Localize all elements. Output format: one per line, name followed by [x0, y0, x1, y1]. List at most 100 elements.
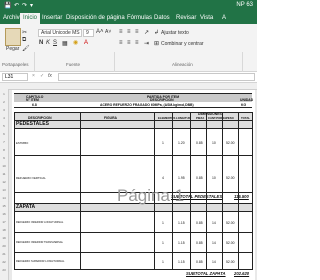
cell-cant: 14	[212, 260, 216, 264]
row-number[interactable]: 6	[0, 132, 8, 136]
formula-input[interactable]	[58, 73, 255, 81]
cell-longitud: 1.20	[178, 141, 185, 145]
shrink-font-icon[interactable]: A˅	[105, 29, 111, 35]
section-title: ZAPATA	[16, 204, 36, 210]
cell-longitud: 1.15	[178, 241, 185, 245]
align-middle-icon[interactable]: ≡	[127, 29, 131, 35]
tab-disposicion[interactable]: Disposición de página	[66, 15, 125, 21]
undo-icon[interactable]: ↶	[14, 2, 19, 9]
format-painter-icon[interactable]: 🖌	[22, 45, 30, 52]
tab-vista[interactable]: Vista	[200, 15, 213, 21]
wrap-text-icon[interactable]: ↲	[154, 29, 159, 36]
cell-longitud: 1.95	[178, 176, 185, 180]
cell-cant: 10	[212, 176, 216, 180]
align-center-icon[interactable]: ≡	[127, 40, 131, 46]
tab-inicio[interactable]: Inicio	[20, 13, 41, 24]
description-label: DESCRIPCION	[150, 98, 174, 102]
row-number[interactable]: 18	[0, 228, 8, 232]
formula-cancel-icon[interactable]: ×	[32, 73, 35, 79]
merge-icon[interactable]: ⊞	[154, 40, 159, 47]
row-number[interactable]: 23	[0, 268, 8, 272]
bold-icon[interactable]: N	[39, 40, 43, 46]
row-number[interactable]: 16	[0, 212, 8, 216]
align-bottom-icon[interactable]: ≡	[135, 29, 139, 35]
cell-cant: 14	[212, 221, 216, 225]
borders-icon[interactable]: ▦	[62, 40, 68, 47]
align-left-icon[interactable]: ≡	[119, 40, 123, 46]
cell-ref: L31	[5, 74, 14, 80]
tab-insertar[interactable]: Insertar	[42, 15, 62, 21]
page-watermark: Página 1	[117, 186, 185, 205]
paste-label[interactable]: Pegar	[6, 46, 19, 52]
row-number[interactable]: 5	[0, 124, 8, 128]
row-number[interactable]: 9	[0, 156, 8, 160]
row-number[interactable]: 10	[0, 164, 8, 168]
rule	[252, 112, 253, 270]
row-number[interactable]: 21	[0, 252, 8, 256]
row-number[interactable]: 13	[0, 188, 8, 192]
align-right-icon[interactable]: ≡	[135, 40, 139, 46]
align-top-icon[interactable]: ≡	[119, 29, 123, 35]
row-number[interactable]: 11	[0, 172, 8, 176]
cell-pieza: 0.85	[196, 241, 203, 245]
italic-icon[interactable]: K	[46, 40, 50, 46]
cut-icon[interactable]: ✂	[22, 29, 27, 36]
unidad-label: UNIDAD	[240, 98, 254, 102]
clipboard-group-label: Portapapeles	[2, 62, 29, 67]
paste-icon[interactable]	[5, 28, 21, 46]
fill-color-icon[interactable]: ◉	[73, 39, 78, 46]
cell-elementos: 4	[162, 176, 164, 180]
cell-elementos: 1	[162, 241, 164, 245]
orientation-icon[interactable]: ↗	[144, 29, 149, 36]
tab-revisar[interactable]: Revisar	[176, 15, 196, 21]
row-description: ESTRIBO	[16, 141, 29, 145]
row-number[interactable]: 17	[0, 220, 8, 224]
row-number[interactable]: 3	[0, 108, 8, 112]
cell-elementos: 1	[162, 141, 164, 145]
merge-center-button[interactable]: Combinar y centrar	[161, 41, 204, 47]
row-number[interactable]: 14	[0, 196, 8, 200]
font-color-icon[interactable]: A	[84, 40, 88, 46]
font-name-value: Arial Unicode MS	[41, 30, 80, 36]
underline-icon[interactable]: S	[53, 40, 57, 46]
tab-more[interactable]: A	[222, 15, 226, 21]
row-number[interactable]: 8	[0, 148, 8, 152]
font-name-select[interactable]: Arial Unicode MS	[38, 29, 82, 37]
ribbon-tabs: Archivo Inicio Insertar Disposición de p…	[0, 12, 257, 24]
cell-pieza: 0.85	[196, 260, 203, 264]
customize-qat-icon[interactable]: ▾	[30, 2, 33, 9]
cell-longitud: 1.15	[178, 221, 185, 225]
tab-datos[interactable]: Datos	[154, 15, 170, 21]
tab-formulas[interactable]: Fórmulas	[127, 15, 152, 21]
font-group-label: Fuente	[66, 62, 81, 67]
row-number[interactable]: 1	[0, 92, 8, 96]
name-box[interactable]: L31	[2, 73, 28, 81]
row-number[interactable]: 22	[0, 260, 8, 264]
row-number[interactable]: 20	[0, 244, 8, 248]
save-icon[interactable]: 💾	[4, 2, 11, 9]
row-header-bar: 1 2 3 4 5 6 7 8 9 10 11 12 13 14 15 16 17 18 19 20 21 22 23	[0, 89, 9, 280]
row-description: REFUERZO INFERIOR TRANSVERSAL	[16, 241, 64, 244]
row-number[interactable]: 4	[0, 116, 8, 120]
grow-font-icon[interactable]: A˄	[96, 29, 104, 35]
fx-icon[interactable]: fx	[48, 73, 52, 79]
row-number[interactable]: 19	[0, 236, 8, 240]
row-number[interactable]: 12	[0, 180, 8, 184]
cell-peso: 52.00	[226, 176, 235, 180]
copy-icon[interactable]: ⧉	[22, 37, 26, 44]
print-page[interactable]: CAPITULO N° ITEM PARTIDA POR ITEM DESCRI…	[12, 90, 255, 280]
row-number[interactable]: 7	[0, 140, 8, 144]
font-size-select[interactable]: 9	[83, 29, 94, 37]
rule	[14, 112, 15, 270]
subtotal-label: SUBTOTAL ZAPATA	[186, 271, 226, 276]
redo-icon[interactable]: ↷	[22, 2, 27, 9]
formula-enter-icon[interactable]: ✓	[40, 73, 44, 79]
title-bar: 💾 ↶ ↷ ▾ NP 63	[0, 0, 257, 12]
row-number[interactable]: 15	[0, 204, 8, 208]
section-title: PEDESTALES	[16, 121, 49, 127]
row-number[interactable]: 2	[0, 100, 8, 104]
indent-icon[interactable]: ⇥	[144, 40, 149, 47]
cell-cant: 14	[212, 241, 216, 245]
subtotal-value: 202.620	[234, 271, 250, 276]
wrap-text-button[interactable]: Ajustar texto	[161, 30, 189, 36]
